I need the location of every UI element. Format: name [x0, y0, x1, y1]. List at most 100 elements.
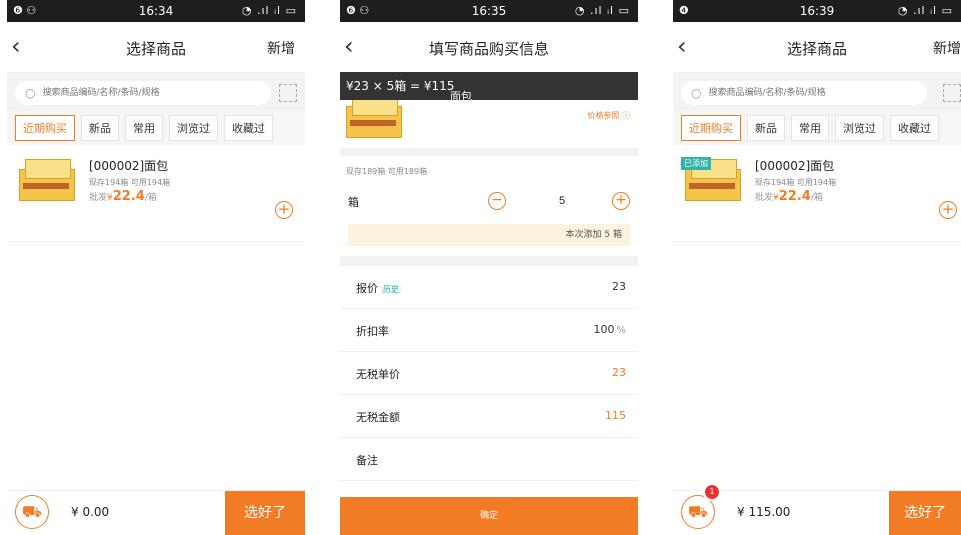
field-untaxed-amount[interactable]: 无税金额 115 [340, 395, 638, 438]
nav-bar: ‹ 选择商品 新增 [7, 22, 305, 73]
tab-common[interactable]: 常用 [791, 115, 829, 141]
percent-sign: % [616, 325, 626, 336]
field-value: 23 [612, 366, 626, 379]
product-name: 面包 [450, 90, 472, 103]
cart-total: ¥ 0.00 [71, 505, 110, 519]
scan-icon[interactable] [279, 84, 297, 102]
product-stock: 现存194箱 可用194箱 [755, 178, 837, 187]
done-selecting-button[interactable]: 选好了 [225, 491, 305, 535]
tab-favorited[interactable]: 收藏过 [890, 115, 939, 141]
field-label: 报价 历史 [356, 280, 401, 296]
screen-select-product: ❻ ⚇ 16:34 ◔ .ıl ᵢl ▭ ‹ 选择商品 新增 ○ 近期购买 新品… [7, 0, 305, 535]
divider [340, 256, 638, 266]
cart-count-badge: 1 [703, 483, 721, 501]
price-unit: /箱 [810, 193, 823, 203]
product-price: 批发¥22.4/箱 [89, 189, 157, 204]
filter-tabs: 近期购买 新品 常用 浏览过 收藏过 [673, 111, 961, 145]
tab-new[interactable]: 新品 [81, 115, 119, 141]
tab-favorited[interactable]: 收藏过 [224, 115, 273, 141]
decrease-quantity-button[interactable]: − [488, 192, 506, 210]
unit-label: 箱 [348, 196, 359, 209]
status-bar: ❻ ⚇ 16:35 ◔ .ıl ᵢl ▭ [340, 0, 638, 22]
nav-bar: ‹ 填写商品购买信息 [340, 22, 638, 73]
field-label: 无税单价 [356, 368, 400, 381]
divider [340, 148, 638, 156]
field-label: 折扣率 [356, 325, 389, 338]
add-product-button[interactable]: + [939, 201, 957, 219]
status-icons-right: ◔ .ıl ᵢl ▭ [897, 4, 953, 17]
page-title: 填写商品购买信息 [428, 40, 549, 58]
tab-recent-purchase[interactable]: 近期购买 [15, 115, 75, 141]
product-stock: 现存194箱 可用194箱 [89, 178, 171, 187]
status-icons-right: ◔ .ıl ᵢl ▭ [241, 4, 297, 17]
history-tag[interactable]: 历史 [381, 285, 401, 294]
confirm-button[interactable]: 确定 [340, 497, 638, 535]
search-bar: ○ [673, 73, 961, 111]
search-bar: ○ [7, 73, 305, 111]
product-price: 批发¥22.4/箱 [755, 189, 823, 204]
product-name: [000002]面包 [89, 159, 169, 173]
field-value[interactable]: 100% [593, 323, 626, 336]
bottom-bar: ⛟ 1 ¥ 115.00 选好了 [673, 483, 961, 535]
page-title: 选择商品 [125, 40, 186, 58]
price-prefix: 批发 [755, 193, 774, 203]
price-value: 22.4 [112, 189, 145, 204]
tab-common[interactable]: 常用 [125, 115, 163, 141]
price-formula: ¥23 × 5箱 = ¥115 [346, 79, 455, 93]
product-name: [000002]面包 [755, 159, 835, 173]
field-label: 无税金额 [356, 411, 400, 424]
page-title: 选择商品 [786, 40, 847, 58]
stock-info: 现存189箱 可用189箱 [346, 167, 428, 176]
search-box[interactable]: ○ [681, 81, 927, 105]
field-value[interactable]: 23 [612, 280, 626, 293]
screen-select-product-added: ❹ 16:39 ◔ .ıl ᵢl ▭ ‹ 选择商品 新增 ○ 近期购买 新品 常… [673, 0, 961, 535]
field-quote-price[interactable]: 报价 历史 23 [340, 266, 638, 309]
price-value: 22.4 [778, 189, 811, 204]
tab-browsed[interactable]: 浏览过 [835, 115, 884, 141]
add-new-button[interactable]: 新增 [933, 38, 961, 58]
field-label: 备注 [356, 454, 378, 467]
product-image [19, 159, 77, 209]
nav-bar: ‹ 选择商品 新增 [673, 22, 961, 73]
price-fields: 报价 历史 23 折扣率 100% 无税单价 23 无税金额 115 备注 [340, 266, 638, 481]
screen-purchase-info: ❻ ⚇ 16:35 ◔ .ıl ᵢl ▭ ‹ 填写商品购买信息 ¥23 × 5箱… [340, 0, 638, 535]
cart-icon[interactable]: ⛟ [15, 495, 49, 529]
status-bar: ❻ ⚇ 16:34 ◔ .ıl ᵢl ▭ [7, 0, 305, 22]
status-icons-right: ◔ .ıl ᵢl ▭ [574, 4, 630, 17]
product-item[interactable]: 已添加 [000002]面包 现存194箱 可用194箱 批发¥22.4/箱 + [673, 145, 961, 242]
search-input[interactable] [706, 87, 911, 99]
scan-icon[interactable] [943, 84, 961, 102]
search-input[interactable] [40, 87, 245, 99]
tab-new[interactable]: 新品 [747, 115, 785, 141]
tab-browsed[interactable]: 浏览过 [169, 115, 218, 141]
field-value-text: 100 [593, 323, 615, 336]
quantity-section: 现存189箱 可用189箱 箱 − + 本次添加 5 箱 [340, 156, 638, 256]
search-icon: ○ [691, 86, 702, 100]
price-prefix: 批发 [89, 193, 108, 203]
search-icon: ○ [25, 86, 36, 100]
field-discount-rate[interactable]: 折扣率 100% [340, 309, 638, 352]
add-quantity-note: 本次添加 5 箱 [348, 224, 630, 246]
tab-recent-purchase[interactable]: 近期购买 [681, 115, 741, 141]
product-item[interactable]: [000002]面包 现存194箱 可用194箱 批发¥22.4/箱 + [7, 145, 305, 242]
filter-tabs: 近期购买 新品 常用 浏览过 收藏过 [7, 111, 305, 145]
added-badge: 已添加 [681, 157, 711, 170]
product-header: 价格参照 ⓘ [340, 96, 638, 148]
price-unit: /箱 [144, 193, 157, 203]
field-remark[interactable]: 备注 [340, 438, 638, 481]
field-untaxed-unit-price[interactable]: 无税单价 23 [340, 352, 638, 395]
status-bar: ❹ 16:39 ◔ .ıl ᵢl ▭ [673, 0, 961, 22]
product-image [346, 96, 404, 146]
quantity-input[interactable] [550, 194, 574, 208]
price-formula-tooltip: ¥23 × 5箱 = ¥115 [340, 72, 638, 100]
done-selecting-button[interactable]: 选好了 [889, 491, 961, 535]
price-reference-link[interactable]: 价格参照 ⓘ [587, 110, 630, 121]
search-box[interactable]: ○ [15, 81, 271, 105]
add-new-button[interactable]: 新增 [267, 38, 295, 58]
increase-quantity-button[interactable]: + [612, 192, 630, 210]
bottom-bar: ⛟ ¥ 0.00 选好了 [7, 490, 305, 535]
cart-total: ¥ 115.00 [737, 505, 791, 519]
field-label-text: 报价 [356, 282, 378, 295]
add-product-button[interactable]: + [275, 201, 293, 219]
field-value: 115 [605, 409, 626, 422]
